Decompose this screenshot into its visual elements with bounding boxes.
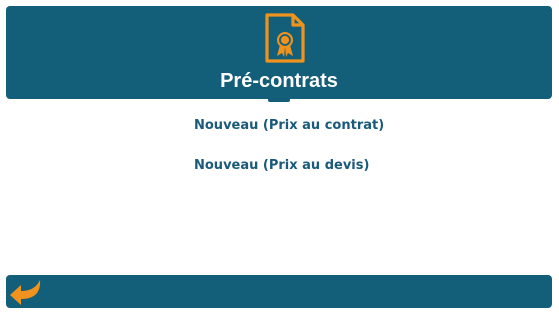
certificate-document-icon [264, 12, 306, 64]
page-title: Pré-contrats [220, 70, 338, 92]
back-arrow-icon[interactable] [8, 277, 44, 307]
menu-item-new-contract-price[interactable]: Nouveau (Prix au contrat) [194, 117, 384, 135]
page: Pré-contrats Nouveau (Prix au contrat) N… [0, 0, 559, 314]
footer-bar [6, 275, 552, 308]
header-bar: Pré-contrats [6, 6, 552, 99]
menu-item-new-quote-price[interactable]: Nouveau (Prix au devis) [194, 157, 369, 175]
header-notch [268, 99, 290, 102]
